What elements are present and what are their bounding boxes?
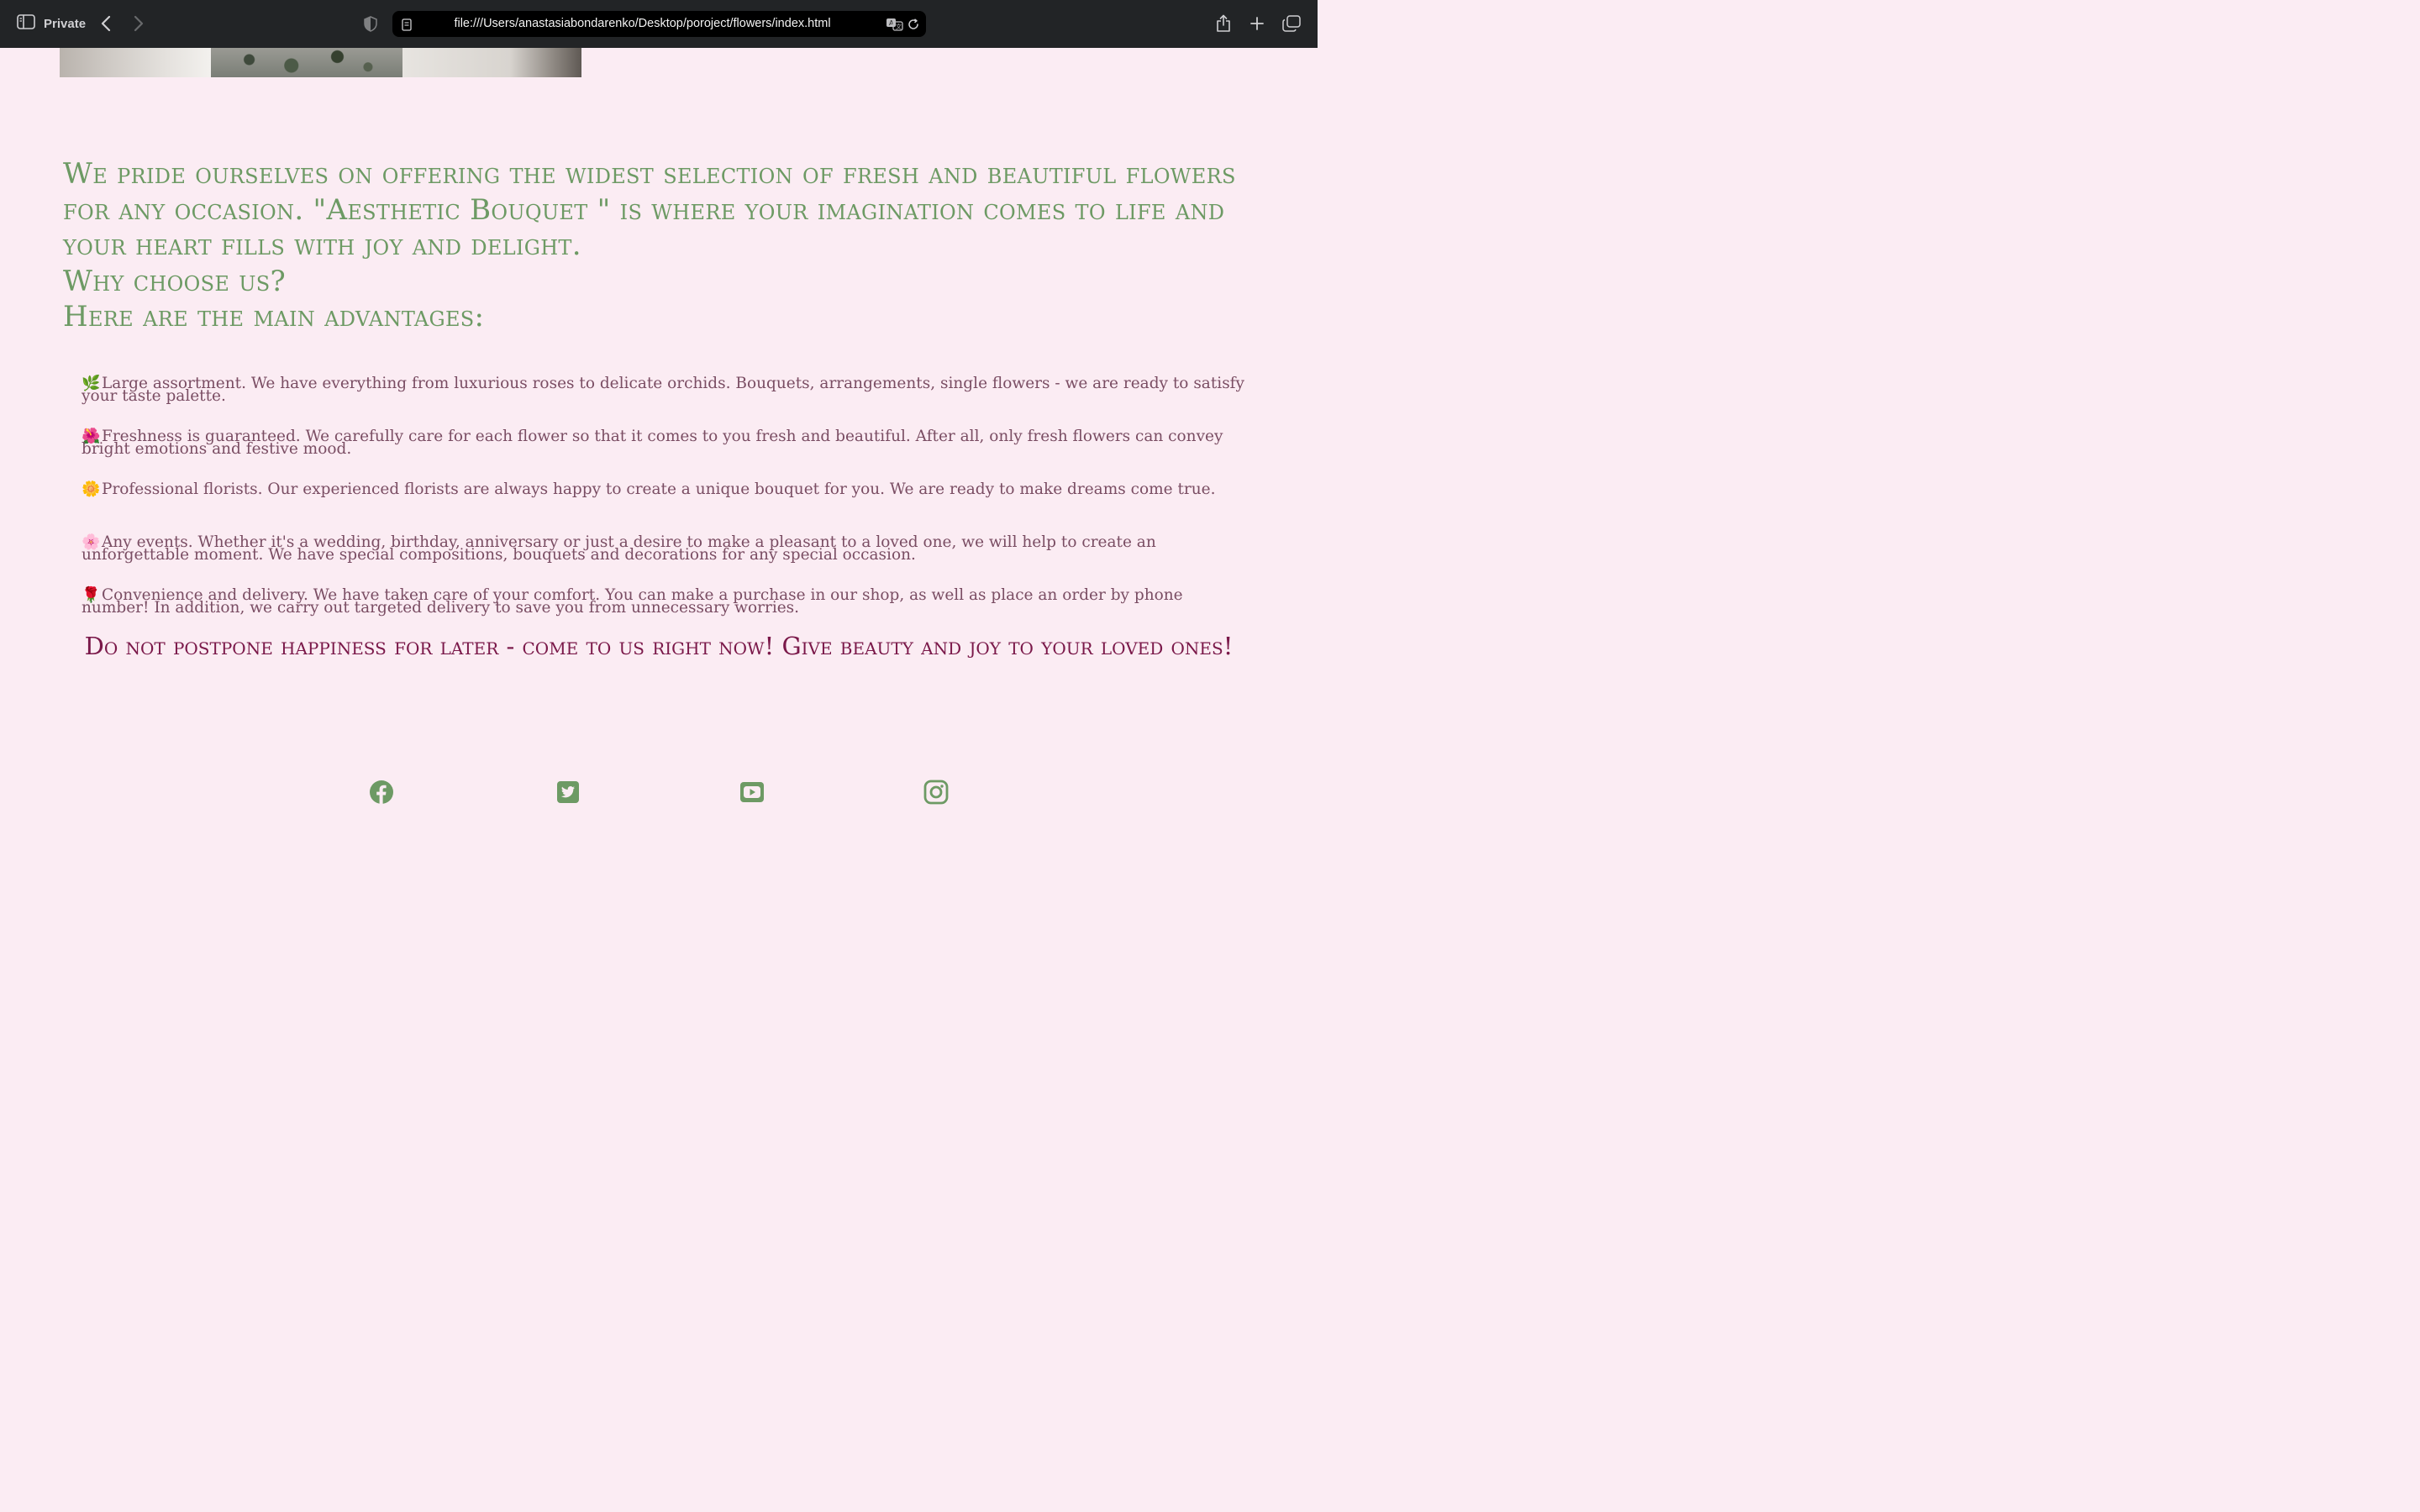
facebook-icon [370,780,393,804]
plus-icon [1250,17,1264,30]
intro-text: We pride ourselves on offering the wides… [63,157,1236,262]
youtube-link[interactable] [739,779,765,806]
youtube-icon [740,782,764,802]
page-icon [399,17,414,32]
translate-icon[interactable]: A文 [886,16,904,33]
advantage-item-events: 🌸Any events. Whether it's a wedding, bir… [82,533,1249,589]
svg-text:文: 文 [896,23,902,30]
intro-heading: We pride ourselves on offering the wides… [63,156,1256,335]
advantage-item-freshness: 🌺Freshness is guaranteed. We carefully c… [82,428,1249,483]
share-button[interactable] [1213,12,1234,35]
sidebar-icon [17,13,35,34]
instagram-icon [923,780,949,805]
advantage-text: Large assortment. We have everything fro… [82,375,1244,405]
instagram-link[interactable] [923,779,950,806]
private-mode-label: Private [44,16,87,31]
reload-icon[interactable] [906,17,921,32]
facebook-link[interactable] [368,779,395,806]
tab-overview-button[interactable] [1281,13,1302,34]
twitter-icon [557,781,579,803]
chevron-right-icon [134,15,144,32]
back-button[interactable] [97,13,115,34]
advantage-text: Any events. Whether it's a wedding, birt… [82,533,1156,564]
browser-toolbar: Private file:///Users/anastasiabondarenk… [0,0,1318,48]
sidebar-toggle-button[interactable]: Private [17,13,86,34]
url-text: file:///Users/anastasiabondarenko/Deskto… [454,17,831,30]
share-icon [1217,14,1230,32]
blossom-icon: 🌼 [82,480,101,498]
advantages-list: 🌿Large assortment. We have everything fr… [82,375,1249,642]
call-to-action-heading: Do not postpone happiness for later - co… [84,632,1234,660]
advantage-item-assortment: 🌿Large assortment. We have everything fr… [82,375,1249,430]
tabs-icon [1282,15,1301,32]
new-tab-button[interactable] [1247,13,1267,34]
address-bar[interactable]: file:///Users/anastasiabondarenko/Deskto… [392,11,926,37]
advantages-heading: Here are the main advantages: [63,300,485,333]
advantage-item-florists: 🌼Professional florists. Our experienced … [82,480,1249,536]
advantage-text: Professional florists. Our experienced f… [102,480,1216,498]
why-choose-us-heading: Why choose us? [63,264,287,298]
hero-image [60,48,581,77]
forward-button[interactable] [129,13,148,34]
privacy-shield-icon[interactable] [361,14,380,33]
chevron-left-icon [101,15,111,32]
twitter-link[interactable] [555,779,581,806]
advantage-text: Freshness is guaranteed. We carefully ca… [82,428,1223,458]
advantage-text: Convenience and delivery. We have taken … [82,586,1183,617]
